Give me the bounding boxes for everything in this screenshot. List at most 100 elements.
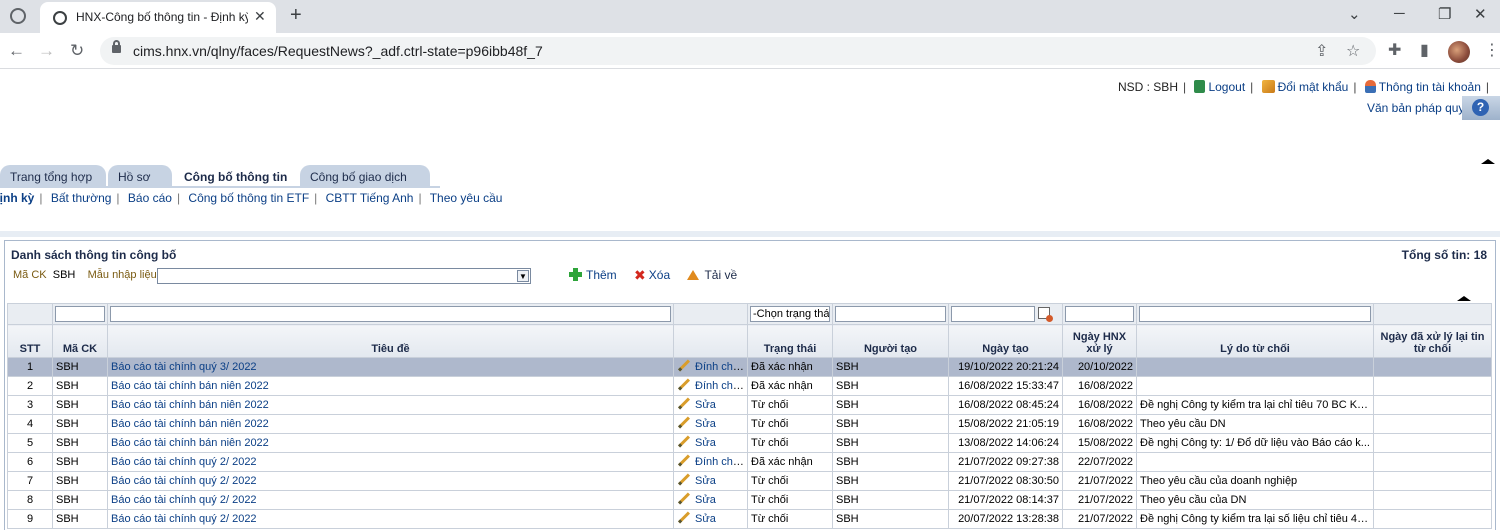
col-ma-ck[interactable]: Mã CK	[52, 324, 108, 358]
filter-processed-input[interactable]	[1065, 306, 1134, 322]
collapse-grid-icon[interactable]	[1457, 296, 1471, 301]
bookmark-star-icon[interactable]: ☆	[1346, 41, 1360, 61]
cell-reason: Theo yêu cầu của doanh nghiệp	[1136, 471, 1374, 491]
col-processed[interactable]: Ngày HNX xử lý	[1062, 324, 1137, 358]
table-row[interactable]: 5 SBH Báo cáo tài chính bán niên 2022 Sử…	[7, 433, 1492, 453]
lock-icon[interactable]	[112, 40, 121, 53]
change-password-link[interactable]: Đổi mật khẩu	[1278, 80, 1349, 94]
table-row[interactable]: 4 SBH Báo cáo tài chính bán niên 2022 Sử…	[7, 414, 1492, 434]
browser-tab[interactable]: HNX-Công bố thông tin - Định kỳ ✕	[40, 2, 276, 33]
edit-link[interactable]: Sửa	[695, 418, 716, 430]
add-button[interactable]: Thêm	[569, 268, 617, 282]
table-row[interactable]: 7 SBH Báo cáo tài chính quý 2/ 2022 Sửa …	[7, 471, 1492, 491]
pencil-icon[interactable]	[677, 454, 691, 467]
title-link[interactable]: Báo cáo tài chính quý 2/ 2022	[111, 475, 257, 487]
logout-icon[interactable]	[1194, 80, 1206, 93]
table-row[interactable]: 6 SBH Báo cáo tài chính quý 2/ 2022 Đính…	[7, 452, 1492, 472]
tab-search-chevron-icon[interactable]: ⌄	[1348, 5, 1361, 23]
subnav-periodic[interactable]: Định kỳ	[0, 191, 34, 205]
key-icon[interactable]	[1261, 80, 1275, 93]
dropdown-arrow-icon[interactable]: ▼	[517, 270, 529, 282]
help-button[interactable]: ?	[1462, 96, 1500, 120]
account-info-link[interactable]: Thông tin tài khoản	[1379, 80, 1481, 94]
pencil-icon[interactable]	[677, 397, 691, 410]
edit-link[interactable]: Sửa	[695, 513, 716, 525]
subnav-english[interactable]: CBTT Tiếng Anh	[326, 191, 414, 205]
pencil-icon[interactable]	[677, 359, 691, 372]
table-row[interactable]: 9 SBH Báo cáo tài chính quý 2/ 2022 Sửa …	[7, 509, 1492, 529]
subnav-report[interactable]: Báo cáo	[128, 191, 172, 205]
reload-icon[interactable]: ↻	[70, 41, 84, 61]
legal-docs-link[interactable]: Văn bản pháp quy	[1367, 101, 1464, 115]
pencil-icon[interactable]	[677, 378, 691, 391]
user-icon[interactable]	[1364, 80, 1376, 93]
edit-link[interactable]: Đính chính	[695, 361, 747, 373]
back-icon[interactable]: ←	[8, 41, 25, 61]
filter-created-input[interactable]	[951, 306, 1035, 322]
side-panel-icon[interactable]: ▮	[1420, 40, 1429, 60]
tab-search-icon[interactable]	[10, 8, 26, 24]
menu-kebab-icon[interactable]: ⋮	[1484, 40, 1500, 60]
filter-creator-input[interactable]	[835, 306, 946, 322]
share-icon[interactable]: ⇪	[1315, 41, 1328, 61]
download-button[interactable]: Tải về	[687, 268, 737, 282]
pencil-icon[interactable]	[677, 473, 691, 486]
close-tab-icon[interactable]: ✕	[254, 8, 266, 25]
tab-profile[interactable]: Hồ sơ	[108, 165, 172, 187]
tab-disclosure[interactable]: Công bố thông tin	[174, 165, 298, 187]
col-title[interactable]: Tiêu đề	[107, 324, 674, 358]
url-text[interactable]: cims.hnx.vn/qlny/faces/RequestNews?_adf.…	[133, 43, 543, 59]
delete-button[interactable]: ✖ Xóa	[634, 267, 670, 283]
close-window-icon[interactable]: ✕	[1474, 5, 1487, 23]
subnav-etf[interactable]: Công bố thông tin ETF	[188, 191, 309, 205]
template-select[interactable]: ▼	[157, 268, 531, 284]
table-row[interactable]: 2 SBH Báo cáo tài chính bán niên 2022 Đí…	[7, 376, 1492, 396]
col-reason[interactable]: Lý do từ chối	[1136, 324, 1374, 358]
col-status[interactable]: Trạng thái	[747, 324, 833, 358]
title-link[interactable]: Báo cáo tài chính quý 2/ 2022	[111, 494, 257, 506]
status-filter-select[interactable]: -Chọn trạng thái-	[750, 306, 830, 322]
edit-link[interactable]: Sửa	[695, 494, 716, 506]
filter-title-input[interactable]	[110, 306, 671, 322]
logout-link[interactable]: Logout	[1208, 80, 1245, 94]
tab-summary[interactable]: Trang tổng hợp	[0, 165, 106, 187]
col-stt[interactable]: STT	[7, 324, 53, 358]
edit-link[interactable]: Sửa	[695, 437, 716, 449]
extensions-puzzle-icon[interactable]: ✚	[1388, 40, 1401, 60]
pencil-icon[interactable]	[677, 511, 691, 524]
table-row[interactable]: 3 SBH Báo cáo tài chính bán niên 2022 Sử…	[7, 395, 1492, 415]
col-created[interactable]: Ngày tạo	[948, 324, 1063, 358]
subnav-irregular[interactable]: Bất thường	[51, 191, 112, 205]
restore-icon[interactable]: ❐	[1438, 5, 1451, 23]
filter-reason-input[interactable]	[1139, 306, 1371, 322]
new-tab-button[interactable]: +	[290, 4, 302, 27]
table-row[interactable]: 8 SBH Báo cáo tài chính quý 2/ 2022 Sửa …	[7, 490, 1492, 510]
subnav-on-request[interactable]: Theo yêu cầu	[430, 191, 503, 205]
title-link[interactable]: Báo cáo tài chính quý 2/ 2022	[111, 513, 257, 525]
edit-link[interactable]: Sửa	[695, 399, 716, 411]
title-link[interactable]: Báo cáo tài chính quý 2/ 2022	[111, 456, 257, 468]
pencil-icon[interactable]	[677, 416, 691, 429]
title-link[interactable]: Báo cáo tài chính bán niên 2022	[111, 399, 269, 411]
pencil-icon[interactable]	[677, 492, 691, 505]
title-link[interactable]: Báo cáo tài chính quý 3/ 2022	[111, 361, 257, 373]
title-link[interactable]: Báo cáo tài chính bán niên 2022	[111, 418, 269, 430]
address-bar[interactable]: cims.hnx.vn/qlny/faces/RequestNews?_adf.…	[100, 37, 1376, 65]
pencil-icon[interactable]	[677, 435, 691, 448]
profile-avatar[interactable]	[1448, 41, 1470, 63]
minimize-icon[interactable]: ─	[1394, 5, 1405, 22]
forward-icon[interactable]: →	[38, 41, 55, 61]
table-row[interactable]: 1 SBH Báo cáo tài chính quý 3/ 2022 Đính…	[7, 357, 1492, 377]
filter-ma-input[interactable]	[55, 306, 105, 322]
edit-link[interactable]: Đính chính	[695, 380, 747, 392]
edit-link[interactable]: Đính chính	[695, 456, 747, 468]
filter-cell-reprocessed	[1373, 303, 1492, 325]
title-link[interactable]: Báo cáo tài chính bán niên 2022	[111, 380, 269, 392]
tab-transaction-disclosure[interactable]: Công bố giao dịch	[300, 165, 430, 187]
col-creator[interactable]: Người tạo	[832, 324, 949, 358]
collapse-header-icon[interactable]	[1481, 159, 1495, 164]
title-link[interactable]: Báo cáo tài chính bán niên 2022	[111, 437, 269, 449]
calendar-icon[interactable]	[1038, 307, 1054, 322]
edit-link[interactable]: Sửa	[695, 475, 716, 487]
col-reprocessed[interactable]: Ngày đã xử lý lại tin từ chối	[1373, 324, 1492, 358]
